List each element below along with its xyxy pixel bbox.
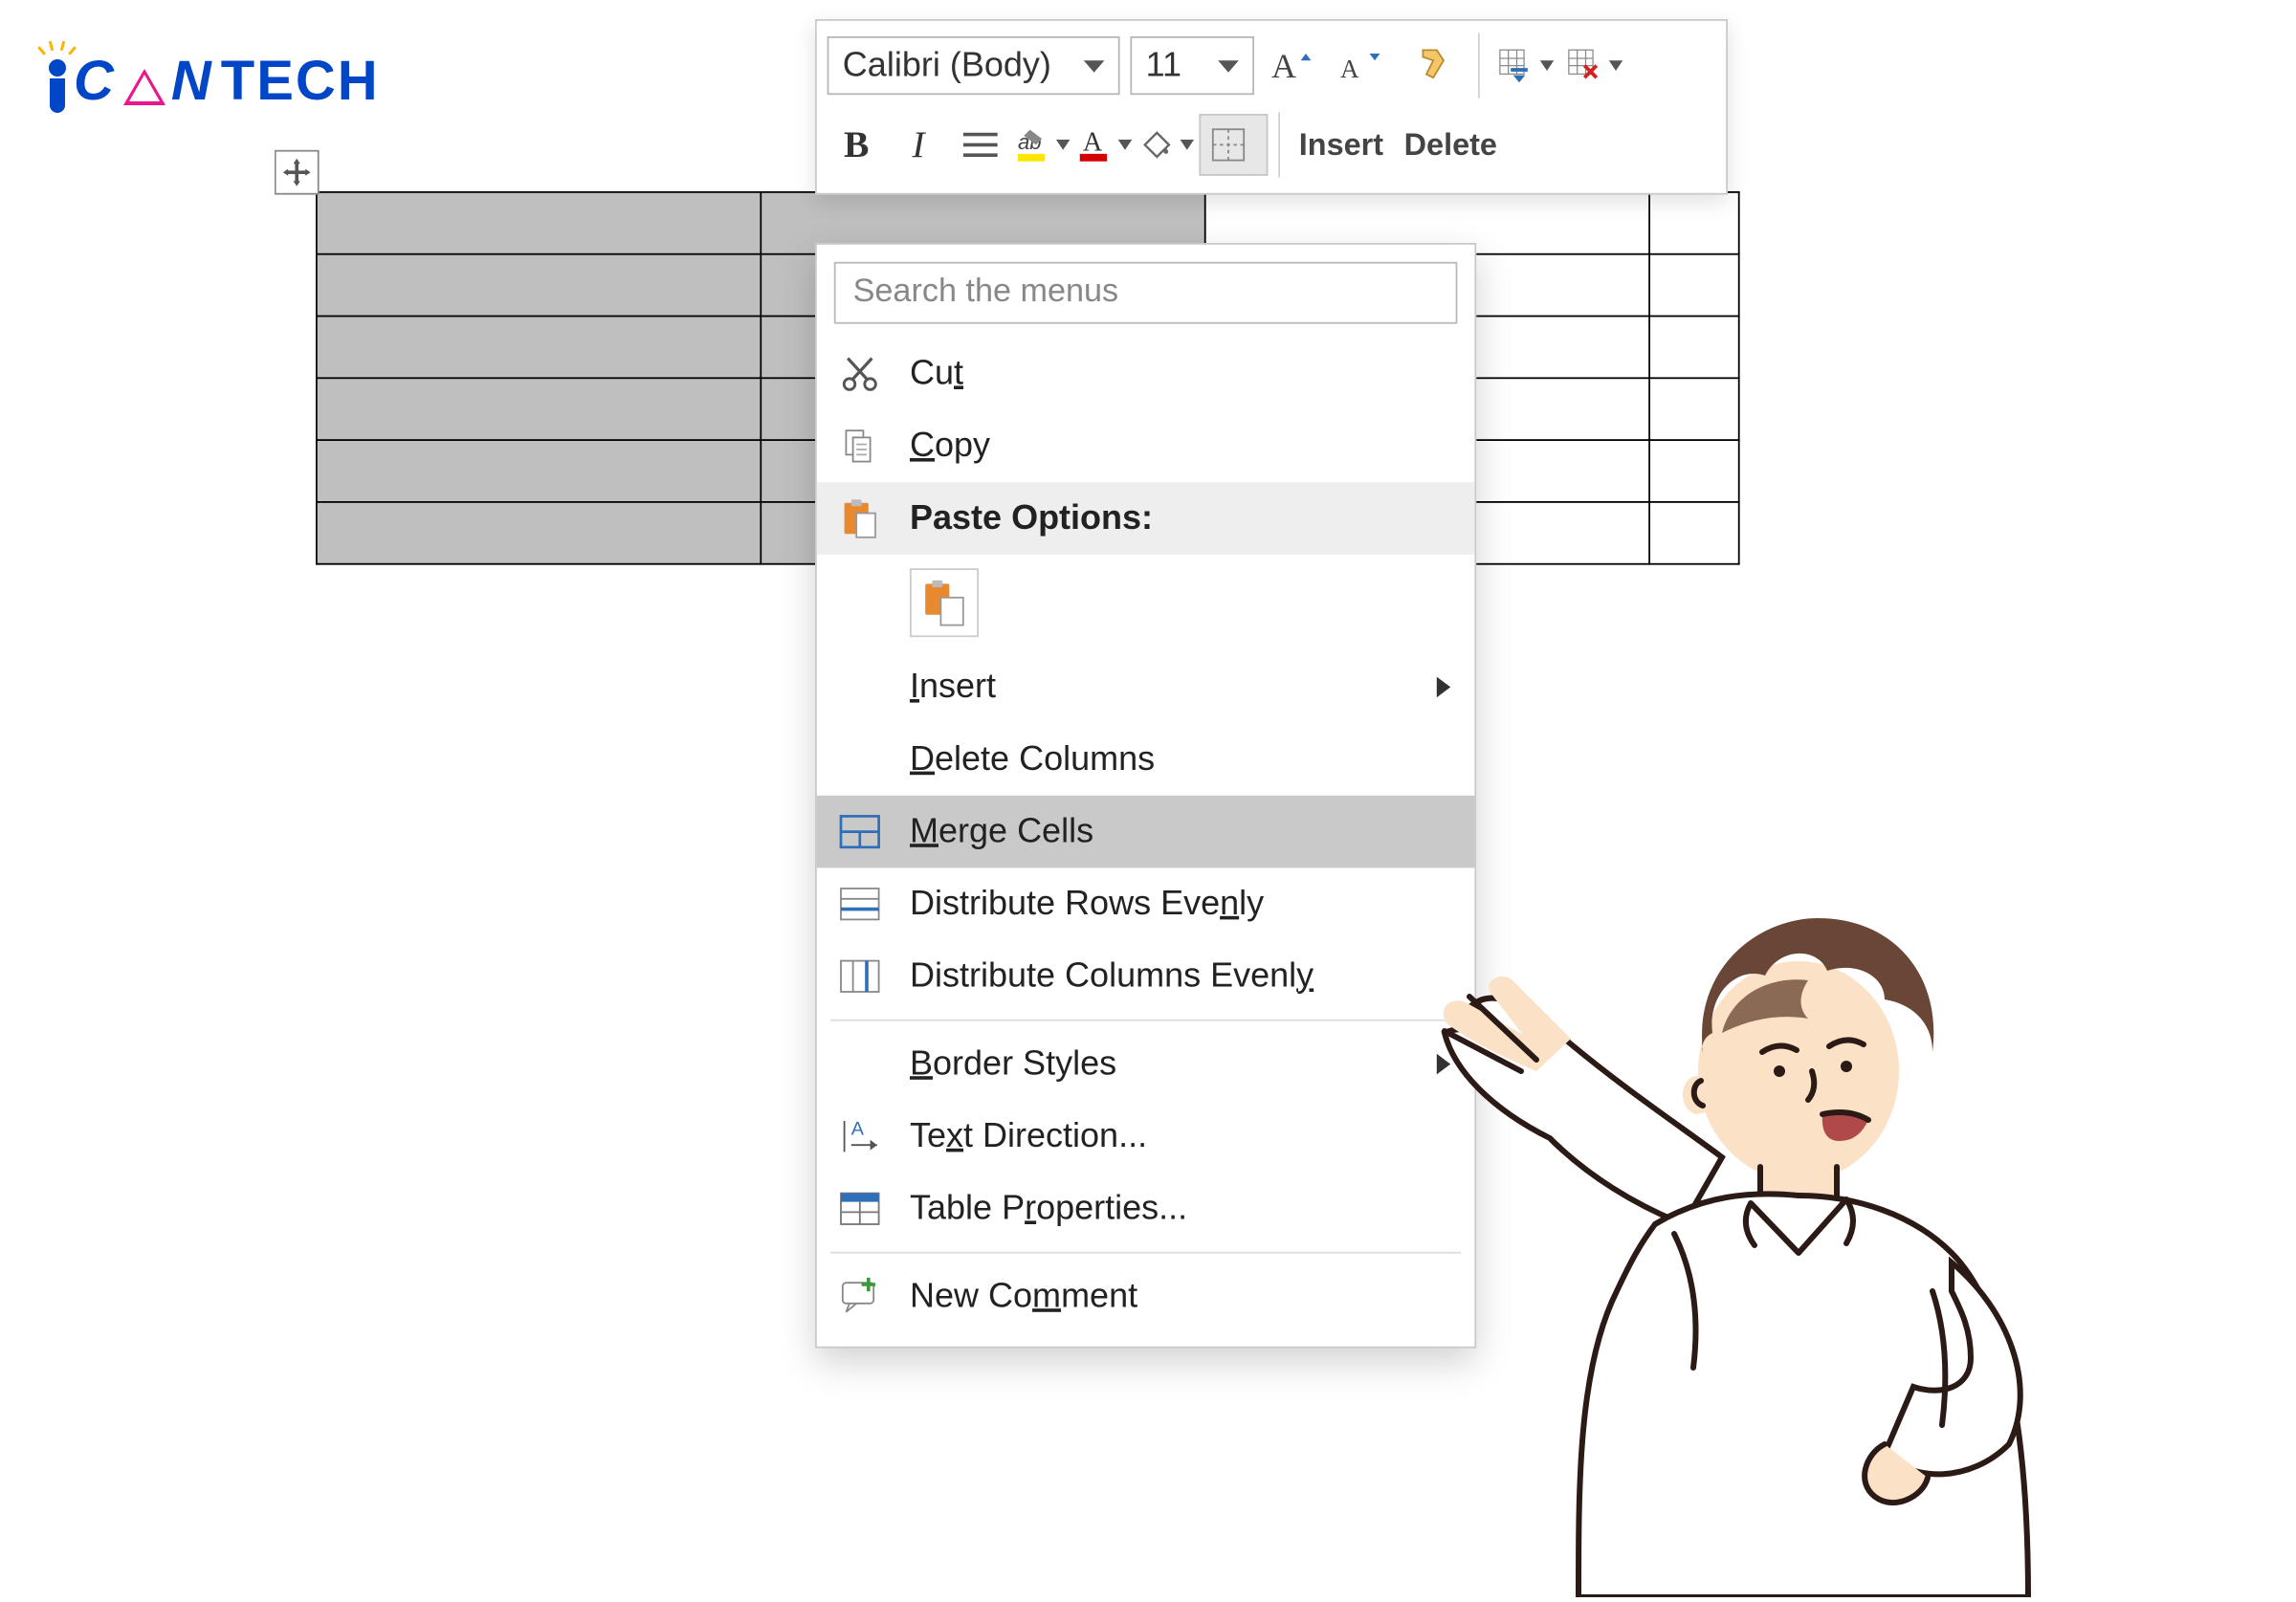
delete-split-button[interactable] (1566, 36, 1624, 95)
menu-new-comment[interactable]: New Comment (817, 1261, 1475, 1333)
logo-bulb-icon (43, 38, 72, 115)
menu-paste-header: Paste Options: (817, 482, 1475, 555)
search-placeholder: Search the menus (853, 274, 1119, 312)
logo-triangle-icon (123, 69, 166, 105)
menu-copy-label: Copy (910, 427, 990, 466)
insert-label[interactable]: Insert (1291, 116, 1392, 174)
highlight-button[interactable]: ab (1013, 116, 1071, 174)
menu-text-direction-label: Text Direction... (910, 1117, 1147, 1156)
distribute-columns-icon (834, 959, 886, 994)
chevron-down-icon (1181, 140, 1194, 150)
menu-insert-label: Insert (910, 668, 996, 707)
menu-border-styles-label: Border Styles (910, 1044, 1116, 1084)
submenu-arrow-icon (1437, 677, 1450, 698)
clipboard-icon (834, 497, 886, 538)
chevron-down-icon (1084, 59, 1105, 72)
format-painter-button[interactable] (1402, 36, 1461, 95)
chevron-down-icon (1609, 60, 1623, 71)
menu-text-direction[interactable]: A Text Direction... (817, 1100, 1475, 1173)
menu-cut[interactable]: Cut (817, 338, 1475, 410)
menu-border-styles[interactable]: Border Styles (817, 1028, 1475, 1101)
chevron-down-icon (1118, 140, 1132, 150)
text-direction-icon: A (834, 1117, 886, 1155)
logo: C N TECH (43, 38, 380, 115)
menu-divider (830, 1020, 1461, 1021)
logo-text-c: C (74, 49, 118, 113)
svg-text:A: A (1271, 47, 1296, 84)
paste-header-label: Paste Options: (910, 498, 1153, 538)
menu-delete-columns-label: Delete Columns (910, 739, 1155, 779)
menu-merge-cells[interactable]: Merge Cells (817, 796, 1475, 868)
menu-distribute-rows-label: Distribute Rows Evenly (910, 885, 1264, 924)
paste-options-row (817, 555, 1475, 651)
align-button[interactable] (951, 116, 1009, 174)
merge-cells-icon (834, 815, 886, 849)
menu-merge-cells-label: Merge Cells (910, 812, 1093, 851)
grow-font-button[interactable]: A (1265, 36, 1323, 95)
copy-icon (834, 428, 886, 466)
menu-insert[interactable]: Insert (817, 651, 1475, 724)
menu-divider (830, 1252, 1461, 1254)
menu-distribute-rows[interactable]: Distribute Rows Evenly (817, 867, 1475, 940)
delete-label[interactable]: Delete (1396, 116, 1506, 174)
distribute-rows-icon (834, 887, 886, 921)
menu-copy[interactable]: Copy (817, 410, 1475, 483)
bold-button[interactable]: B (828, 116, 886, 174)
new-comment-icon (834, 1278, 886, 1316)
mini-toolbar: Calibri (Body) 11 A A (815, 19, 1728, 195)
menu-search-input[interactable]: Search the menus (834, 262, 1458, 324)
pointing-person-illustration: .ln{fill:none;stroke:#2b1a16;stroke-widt… (1435, 909, 2047, 1597)
chevron-down-icon (1540, 60, 1554, 71)
borders-split-button[interactable] (1199, 114, 1268, 176)
menu-distribute-columns[interactable]: Distribute Columns Evenly (817, 940, 1475, 1013)
menu-delete-columns[interactable]: Delete Columns (817, 723, 1475, 796)
context-menu: Search the menus Cut Copy Paste Options: (815, 243, 1476, 1349)
menu-cut-label: Cut (910, 354, 963, 393)
shrink-font-button[interactable]: A (1334, 36, 1392, 95)
menu-table-properties-label: Table Properties... (910, 1189, 1187, 1228)
menu-new-comment-label: New Comment (910, 1277, 1137, 1316)
menu-distribute-columns-label: Distribute Columns Evenly (910, 956, 1314, 996)
chevron-down-icon (1218, 59, 1239, 72)
font-color-button[interactable]: A (1075, 116, 1134, 174)
scissors-icon (834, 355, 886, 393)
italic-button[interactable]: I (889, 116, 947, 174)
shading-button[interactable] (1137, 116, 1196, 174)
logo-text-n: N (171, 49, 215, 113)
font-name-combo[interactable]: Calibri (Body) (828, 36, 1120, 95)
svg-text:A: A (1083, 128, 1103, 158)
svg-text:A: A (851, 1118, 865, 1139)
table-move-handle[interactable] (275, 150, 320, 195)
font-name-value: Calibri (Body) (843, 46, 1051, 85)
svg-text:A: A (1340, 55, 1359, 83)
logo-text-tech: TECH (221, 49, 380, 113)
menu-table-properties[interactable]: Table Properties... (817, 1173, 1475, 1245)
chevron-down-icon (1056, 140, 1070, 150)
font-size-combo[interactable]: 11 (1130, 36, 1254, 95)
paste-keep-source-button[interactable] (910, 568, 979, 637)
insert-split-button[interactable] (1497, 36, 1556, 95)
table-properties-icon (834, 1192, 886, 1226)
font-size-value: 11 (1146, 46, 1181, 85)
